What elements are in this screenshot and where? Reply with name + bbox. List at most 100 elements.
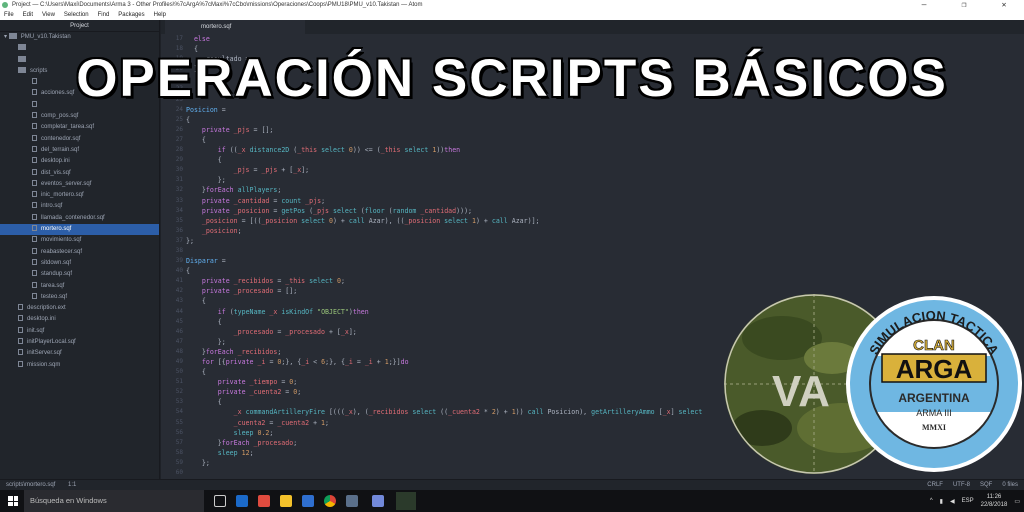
code-line[interactable]: Disparar =	[186, 256, 1021, 266]
line-number: 32	[175, 186, 183, 194]
tree-item[interactable]: comp_pos.sqf	[0, 111, 159, 122]
tree-item[interactable]: desktop.ini	[0, 314, 159, 325]
menu-packages[interactable]: Packages	[118, 10, 144, 20]
tree-item[interactable]: sitdown.sqf	[0, 258, 159, 269]
badge-country-text: ARGENTINA	[898, 391, 970, 405]
tree-item-label: tarea.sqf	[41, 282, 65, 289]
tree-item[interactable]: initPlayerLocal.sqf	[0, 337, 159, 348]
tree-item[interactable]: reabastecer.sqf	[0, 247, 159, 258]
line-number: 42	[175, 287, 183, 295]
tree-item[interactable]: standup.sqf	[0, 269, 159, 280]
code-line[interactable]: };	[186, 175, 1021, 185]
tree-item[interactable]: eventos_server.sqf	[0, 179, 159, 190]
tree-root[interactable]: ▾ PMU_v10.Takistan	[0, 32, 159, 43]
tray-language[interactable]: ESP	[962, 498, 974, 504]
tree-item-label: standup.sqf	[41, 271, 73, 278]
discord-icon[interactable]	[372, 495, 384, 507]
code-line[interactable]	[186, 246, 1021, 256]
tree-item[interactable]: movimiento.sqf	[0, 235, 159, 246]
code-line[interactable]: private _pjs = [];	[186, 125, 1021, 135]
code-line[interactable]: _posicion = [((_posicion select 0) + cal…	[186, 216, 1021, 226]
file-icon	[18, 338, 23, 345]
file-icon	[18, 304, 23, 311]
code-line[interactable]: private _recibidos = _this select 0;	[186, 276, 1021, 286]
teamspeak-icon[interactable]	[302, 495, 314, 507]
tree-item[interactable]: tarea.sqf	[0, 281, 159, 292]
code-line[interactable]: if ((_x distance2D (_this select 0)) <= …	[186, 145, 1021, 155]
tree-item[interactable]: description.ext	[0, 303, 159, 314]
volume-icon[interactable]: ◀	[950, 498, 955, 505]
code-line[interactable]: {	[186, 155, 1021, 165]
code-line[interactable]: private _cantidad = count _pjs;	[186, 196, 1021, 206]
minimize-button[interactable]: —	[904, 0, 944, 10]
file-explorer-icon[interactable]	[280, 495, 292, 507]
steam-client-icon[interactable]	[346, 495, 358, 507]
notification-icon[interactable]: ▭	[1014, 498, 1020, 505]
tray-chevron-icon[interactable]: ^	[930, 498, 933, 504]
close-button[interactable]: ✕	[984, 0, 1024, 10]
line-number: 39	[175, 257, 183, 265]
tree-item-label: desktop.ini	[27, 316, 56, 323]
line-number: 41	[175, 277, 183, 285]
tree-item-label: description.ext	[27, 305, 66, 312]
task-view-icon[interactable]	[214, 495, 226, 507]
atom-taskbar-icon[interactable]	[396, 492, 416, 510]
tree-item-label: llamada_contenedor.sqf	[41, 214, 105, 221]
steam-icon[interactable]	[236, 495, 248, 507]
code-line[interactable]: private _posicion = getPos (_pjs select …	[186, 206, 1021, 216]
tree-item[interactable]: inic_mortero.sqf	[0, 190, 159, 201]
menu-file[interactable]: File	[4, 10, 14, 20]
line-number: 36	[175, 226, 183, 234]
code-line[interactable]: };	[186, 236, 1021, 246]
line-number: 55	[175, 418, 183, 426]
menu-edit[interactable]: Edit	[23, 10, 33, 20]
tree-item[interactable]: testeo.sqf	[0, 292, 159, 303]
file-icon	[32, 213, 37, 220]
start-button[interactable]	[8, 496, 18, 506]
search-placeholder: Búsqueda en Windows	[30, 496, 107, 505]
line-number: 57	[175, 438, 183, 446]
tree-item[interactable]: completar_tarea.sqf	[0, 122, 159, 133]
tree-item-label: initPlayerLocal.sqf	[27, 339, 76, 346]
file-icon	[32, 112, 37, 119]
clan-logos: VA SIMULACION TACTICA CLAN ARGA ARGENTIN…	[724, 294, 1022, 474]
code-line[interactable]: {	[186, 135, 1021, 145]
maximize-button[interactable]: ❐	[944, 0, 984, 10]
menu-find[interactable]: Find	[98, 10, 110, 20]
tree-item[interactable]: mortero.sqf	[0, 224, 159, 236]
code-line[interactable]: }forEach allPlayers;	[186, 185, 1021, 195]
menu-view[interactable]: View	[42, 10, 55, 20]
tree-root-label: PMU_v10.Takistan	[20, 34, 71, 40]
taskbar-clock[interactable]: 11:26 22/8/2018	[981, 493, 1008, 509]
tree-item[interactable]: dist_vis.sqf	[0, 168, 159, 179]
app-icon[interactable]	[258, 495, 270, 507]
tree-item[interactable]: del_terrain.sqf	[0, 145, 159, 156]
tree-item-label: sitdown.sqf	[41, 259, 72, 266]
file-icon	[32, 225, 37, 232]
network-icon[interactable]: ▮	[940, 498, 943, 505]
chrome-icon[interactable]	[324, 495, 336, 507]
code-line[interactable]: _posicion;	[186, 226, 1021, 236]
line-number: 48	[175, 347, 183, 355]
tree-item[interactable]: mission.sqm	[0, 360, 159, 371]
code-line[interactable]: {	[186, 266, 1021, 276]
tree-item-label: mission.sqm	[27, 361, 61, 368]
tree-item[interactable]: llamada_contenedor.sqf	[0, 213, 159, 224]
menu-selection[interactable]: Selection	[64, 10, 89, 20]
menu-help[interactable]: Help	[154, 10, 166, 20]
tree-item[interactable]: initServer.sqf	[0, 348, 159, 359]
code-line[interactable]: _pjs = _pjs + [_x];	[186, 165, 1021, 175]
line-number: 33	[175, 196, 183, 204]
tree-item[interactable]: intro.sqf	[0, 201, 159, 212]
code-line[interactable]: else	[186, 34, 1021, 44]
tree-item[interactable]: init.sqf	[0, 326, 159, 337]
windows-search-box[interactable]: Búsqueda en Windows	[24, 490, 204, 512]
tree-item-label: mortero.sqf	[41, 226, 72, 233]
arga-badge: SIMULACION TACTICA CLAN ARGA ARGENTINA A…	[846, 296, 1022, 472]
tab-mortero[interactable]: mortero.sqf	[165, 20, 305, 34]
tree-item[interactable]: contenedor.sqf	[0, 134, 159, 145]
tree-item-label: completar_tarea.sqf	[41, 124, 95, 131]
tree-item[interactable]: desktop.ini	[0, 156, 159, 167]
code-line[interactable]: {	[186, 115, 1021, 125]
line-number: 29	[175, 156, 183, 164]
